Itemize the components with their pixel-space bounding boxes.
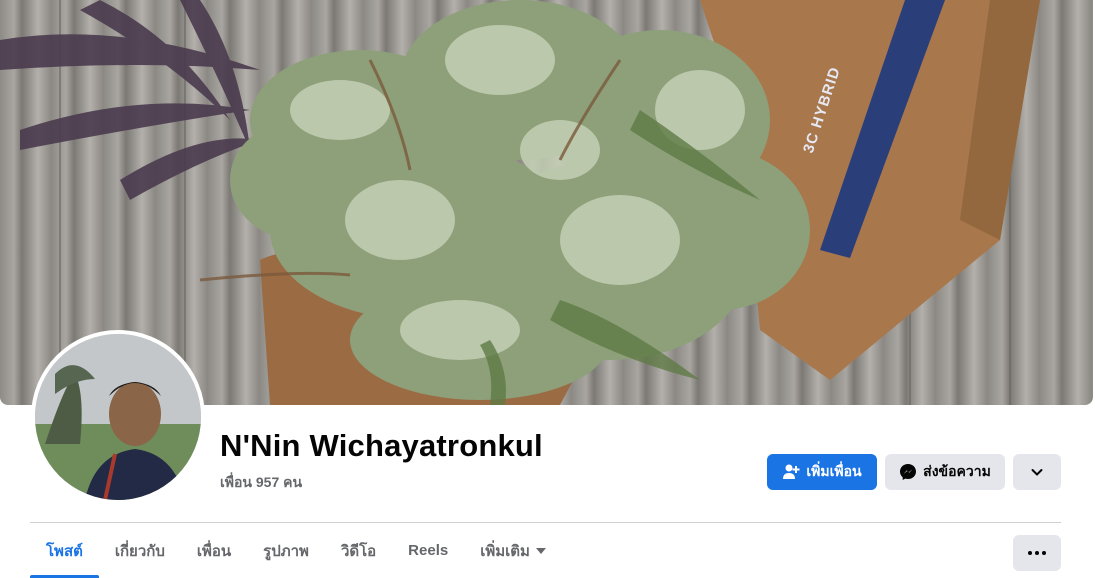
tab-posts[interactable]: โพสต์: [30, 523, 99, 578]
tab-overflow-button[interactable]: [1013, 535, 1061, 571]
tab-label: วิดีโอ: [340, 542, 377, 560]
profile-avatar[interactable]: [31, 330, 205, 504]
add-friend-button[interactable]: เพิ่มเพื่อน: [767, 454, 877, 490]
tab-label: เกี่ยวกับ: [114, 542, 165, 560]
tab-label: Reels: [408, 542, 449, 559]
caret-down-icon: [535, 547, 546, 554]
tab-reels[interactable]: Reels: [392, 523, 464, 578]
tab-friends[interactable]: เพื่อน: [181, 523, 247, 578]
add-friend-icon: [782, 463, 800, 481]
profile-tabs: โพสต์ เกี่ยวกับ เพื่อน รูปภาพ วิดีโอ Ree…: [30, 523, 562, 578]
add-friend-label: เพิ่มเพื่อน: [806, 463, 862, 479]
profile-name: N'Nin Wichayatronkul: [220, 428, 543, 463]
messenger-icon: [899, 463, 917, 481]
tab-videos[interactable]: วิดีโอ: [325, 523, 392, 578]
friend-count[interactable]: เพื่อน 957 คน: [220, 472, 302, 494]
more-dots-icon: [1028, 551, 1046, 555]
tab-photos[interactable]: รูปภาพ: [247, 523, 325, 578]
friend-count-label: เพื่อน: [220, 474, 252, 490]
chevron-down-icon: [1030, 465, 1044, 479]
tab-more[interactable]: เพิ่มเติม: [464, 523, 562, 578]
message-button[interactable]: ส่งข้อความ: [885, 454, 1005, 490]
tab-label: โพสต์: [46, 542, 83, 560]
tab-about[interactable]: เกี่ยวกับ: [99, 523, 181, 578]
friend-count-value: 957: [255, 474, 280, 490]
profile-page: 3C HYBRID N'Nin Wichayatronkul เพื่อน 95…: [0, 0, 1095, 578]
message-label: ส่งข้อความ: [923, 463, 991, 479]
tab-label: เพิ่มเติม: [480, 542, 530, 560]
tab-label: รูปภาพ: [263, 542, 309, 560]
profile-more-button[interactable]: [1013, 454, 1061, 490]
friend-count-unit: คน: [283, 474, 303, 490]
tab-label: เพื่อน: [196, 542, 232, 560]
avatar-photo: [35, 334, 201, 500]
